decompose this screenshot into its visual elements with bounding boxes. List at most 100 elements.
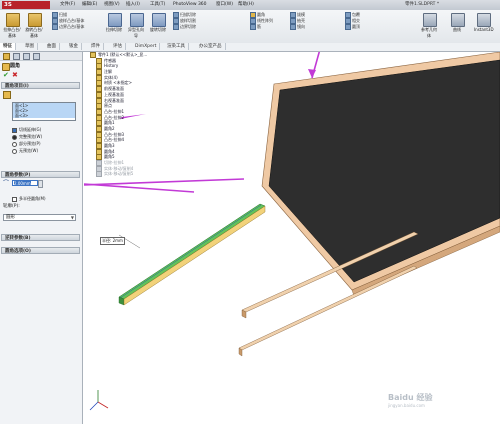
curves-icon bbox=[451, 13, 465, 27]
radius-value: 2.00mm bbox=[14, 181, 31, 186]
no-preview-radio[interactable]: 无预览(W) bbox=[12, 148, 38, 154]
extrude-cut-label: 拉伸切除 bbox=[106, 27, 122, 32]
tangent-propagation-checkbox[interactable]: 切线延伸(G) bbox=[12, 127, 41, 133]
extrude-cut-button[interactable]: 拉伸切除 bbox=[105, 13, 125, 33]
boundary-cut-label: 边界切除 bbox=[180, 24, 196, 29]
tab-render-tools[interactable]: 渲染工具 bbox=[164, 43, 189, 50]
dome-icon bbox=[345, 24, 351, 30]
tab-office-products[interactable]: 办公室产品 bbox=[196, 43, 226, 50]
curves-button[interactable]: 曲线 bbox=[448, 13, 468, 33]
profile-select-value: 圆形 bbox=[6, 215, 15, 220]
tangent-propagation-label: 切线延伸(G) bbox=[19, 127, 42, 132]
fillet-options-group-header[interactable]: 圆角选项(O) bbox=[1, 247, 80, 254]
baidu-watermark: Baidu 经验 jingyan.baidu.com bbox=[388, 392, 432, 408]
property-manager-title: 圆角 bbox=[10, 63, 21, 69]
loft-label: 放样凸台/基体 bbox=[59, 18, 85, 23]
extrude-boss-icon bbox=[6, 13, 20, 27]
radius-spinner[interactable] bbox=[38, 180, 43, 188]
menu-insert[interactable]: 插入(I) bbox=[126, 1, 140, 9]
list-item[interactable]: 面<3> bbox=[13, 113, 75, 118]
tab-dimxpert[interactable]: DimXpert bbox=[132, 43, 161, 50]
radio-icon bbox=[12, 148, 17, 154]
menu-file[interactable]: 文件(F) bbox=[60, 1, 75, 9]
tree-item[interactable]: 实体-移动/复制5 bbox=[90, 171, 190, 178]
feature-manager-tree: 零件1 (默认<<默认>_显... 传感器 History 注解 实体(4) 材质 <未指… bbox=[90, 52, 190, 232]
tree-item-label: 材质 <未指定> bbox=[104, 80, 132, 86]
tree-item-label: 传感器 bbox=[104, 57, 116, 63]
mirror-button[interactable]: 镜向 bbox=[290, 24, 305, 30]
hole-wizard-button[interactable]: 异型孔向导 bbox=[127, 13, 147, 39]
fillet-parameters-group-header[interactable]: 圆角参数(P) bbox=[1, 171, 80, 178]
tree-item-label: 实体(4) bbox=[104, 74, 118, 80]
front-rail bbox=[238, 265, 418, 357]
command-manager-ribbon: 拉伸凸台/基体 旋转凸台/基体 扫描 放样凸台/基体 边界凸台/基体 拉伸切除 … bbox=[0, 10, 500, 44]
tab-features[interactable]: 特征 bbox=[0, 43, 16, 50]
tree-item-label: 圆角2 bbox=[104, 125, 115, 131]
wrap-label: 包覆 bbox=[352, 12, 360, 17]
tab-sheet-metal[interactable]: 钣金 bbox=[66, 43, 82, 50]
rib-label: 筋 bbox=[257, 24, 261, 29]
sweep-label: 扫描 bbox=[59, 12, 67, 17]
tree-item-label: 圆角3 bbox=[104, 143, 115, 148]
multi-radius-checkbox[interactable]: 多半径圆角(M) bbox=[12, 196, 46, 202]
revolve-boss-button[interactable]: 旋转凸台/基体 bbox=[25, 13, 45, 39]
tree-item-label: 凸台-拉伸1 bbox=[104, 108, 124, 114]
configuration-manager-tab-icon[interactable] bbox=[23, 53, 30, 60]
revolve-cut-button[interactable]: 旋转切除 bbox=[149, 13, 169, 33]
edges-faces-icon bbox=[3, 91, 11, 99]
fillet-items-group-header[interactable]: 圆角项目(I) bbox=[1, 82, 80, 89]
menu-view[interactable]: 视图(V) bbox=[104, 1, 120, 9]
dimxpert-manager-tab-icon[interactable] bbox=[33, 53, 40, 60]
extrude-boss-button[interactable]: 拉伸凸台/基体 bbox=[3, 13, 23, 39]
tree-item-label: 注解 bbox=[104, 69, 112, 75]
menu-edit[interactable]: 编辑(E) bbox=[82, 1, 97, 9]
radius-input[interactable]: 2.00mm bbox=[12, 180, 38, 186]
tab-weldments[interactable]: 焊件 bbox=[88, 43, 104, 50]
tab-surfaces[interactable]: 曲面 bbox=[44, 43, 60, 50]
dome-button[interactable]: 圆顶 bbox=[345, 24, 360, 30]
tree-item-label: 圆角5 bbox=[104, 154, 115, 160]
partial-preview-radio[interactable]: 部分预览(P) bbox=[12, 141, 41, 147]
cancel-x-icon[interactable]: ✖ bbox=[12, 72, 18, 79]
mirror-label: 镜向 bbox=[297, 24, 305, 29]
full-preview-radio[interactable]: 完整预览(W) bbox=[12, 134, 42, 140]
tree-item-label: 实体-移动/复制5 bbox=[104, 171, 134, 177]
menu-help[interactable]: 帮助(H) bbox=[238, 1, 254, 9]
rib-button[interactable]: 筋 bbox=[250, 24, 273, 30]
tree-item-label: 圆角4 bbox=[104, 148, 115, 154]
ok-check-icon[interactable]: ✔ bbox=[3, 72, 9, 79]
radius-icon: ⌒ bbox=[3, 180, 10, 187]
tree-item-label: 凸台-拉伸3 bbox=[104, 131, 124, 137]
multi-radius-label: 多半径圆角(M) bbox=[19, 196, 46, 201]
shell-label: 抽壳 bbox=[297, 18, 305, 23]
tab-sketch[interactable]: 草图 bbox=[22, 43, 38, 50]
checkbox-icon bbox=[12, 196, 17, 202]
selected-items-list[interactable]: 面<1> 面<2> 面<3> bbox=[12, 102, 76, 121]
solidworks-logo: 3S SOLIDWORKS bbox=[2, 1, 50, 16]
feature-manager-tab-icon[interactable] bbox=[3, 53, 10, 60]
dome-label: 圆顶 bbox=[352, 24, 360, 29]
tab-evaluate[interactable]: 评估 bbox=[110, 43, 126, 50]
boundary-cut-icon bbox=[173, 24, 179, 30]
reference-geometry-icon bbox=[423, 13, 437, 27]
profile-select[interactable]: 圆形 ▼ bbox=[3, 214, 76, 221]
no-preview-label: 无预览(W) bbox=[19, 148, 39, 153]
radio-icon bbox=[12, 141, 17, 147]
menu-window[interactable]: 窗口(W) bbox=[216, 1, 233, 9]
menu-photoview[interactable]: PhotoView 360 bbox=[173, 1, 207, 9]
tree-item-label: 右视基准面 bbox=[104, 97, 124, 103]
boundary-cut-button[interactable]: 边界切除 bbox=[173, 24, 196, 30]
manager-tabs bbox=[0, 52, 82, 61]
reference-geometry-button[interactable]: 参考几何体 bbox=[420, 13, 440, 39]
boundary-label: 边界凸台/基体 bbox=[59, 24, 85, 29]
setback-parameters-group-header[interactable]: 逆转参数(B) bbox=[1, 234, 80, 241]
tree-item-label: 凸台-拉伸4 bbox=[104, 137, 124, 143]
radius-dimension-callout: 半径: 2mm bbox=[100, 237, 125, 245]
property-manager-tab-icon[interactable] bbox=[13, 53, 20, 60]
menu-tools[interactable]: 工具(T) bbox=[150, 1, 165, 9]
fillet-feature-icon bbox=[2, 63, 10, 71]
boundary-boss-button[interactable]: 边界凸台/基体 bbox=[52, 24, 84, 30]
mirror-icon bbox=[290, 24, 296, 30]
full-preview-label: 完整预览(W) bbox=[19, 134, 43, 139]
instant3d-button[interactable]: Instant3D bbox=[474, 13, 494, 32]
